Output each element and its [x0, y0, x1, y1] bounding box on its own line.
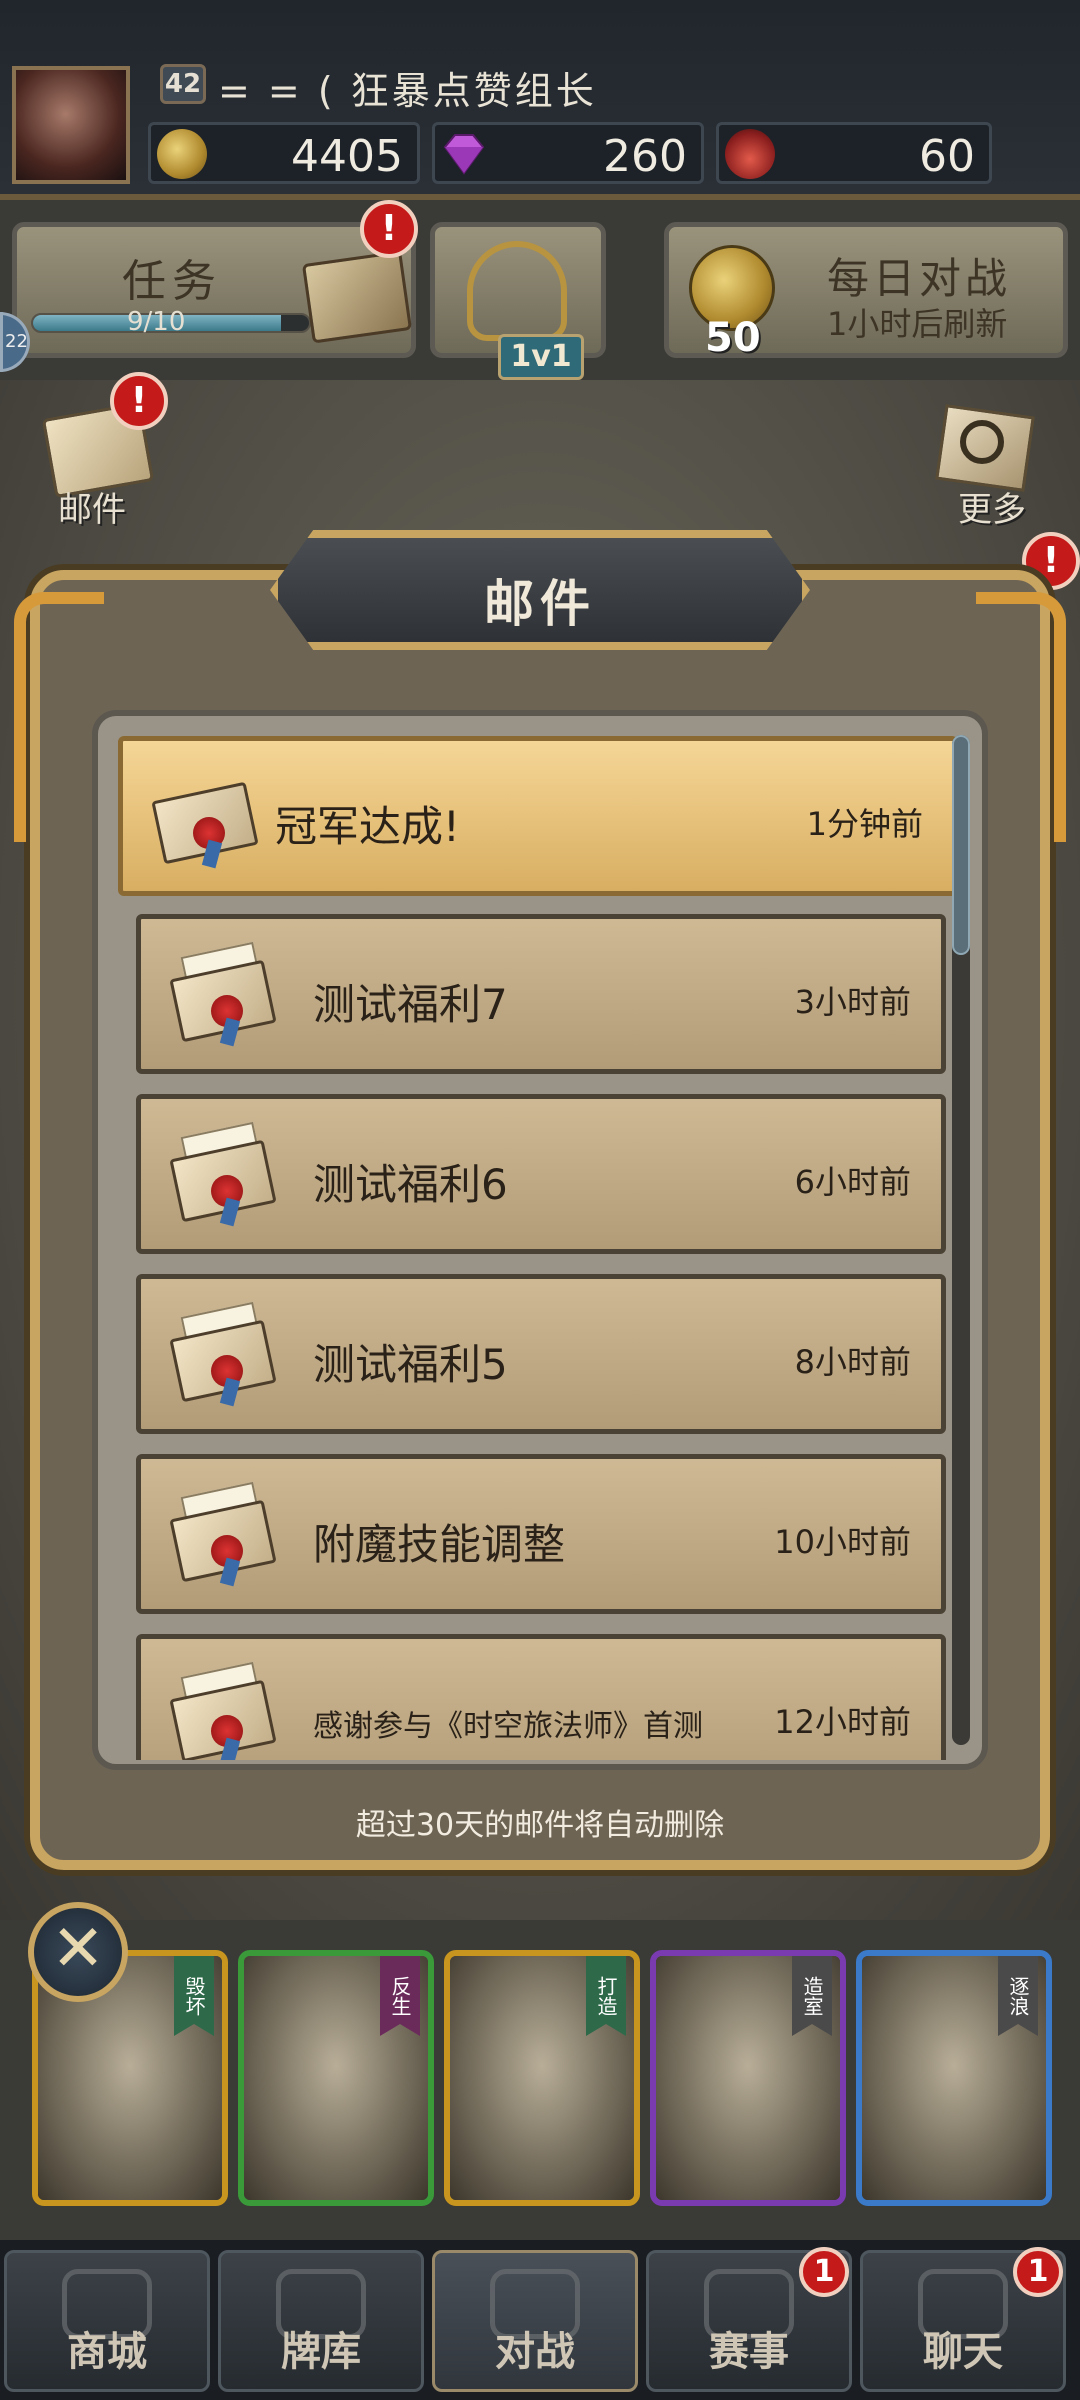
mail-item-title: 感谢参与《时空旅法师》首测: [313, 1709, 703, 1744]
card-tag: 反生: [380, 1956, 420, 2036]
frame-ornament-left: [14, 592, 104, 842]
mail-item[interactable]: 附魔技能调整 10小时前: [136, 1454, 946, 1614]
mail-item-selected[interactable]: 冠军达成! 1分钟前: [118, 736, 958, 896]
daily-reward-value: 50: [705, 315, 761, 361]
more-side-label[interactable]: 更多: [958, 482, 1026, 531]
mail-alert-badge: !: [110, 372, 168, 430]
sealed-envelope-icon: [169, 1661, 277, 1760]
mail-item[interactable]: 测试福利6 6小时前: [136, 1094, 946, 1254]
pvp-mode-label: 1v1: [498, 334, 584, 380]
mail-list-scrollbar[interactable]: [952, 735, 970, 1745]
tasks-button[interactable]: 任务 9/10: [12, 222, 416, 358]
daily-battle-subtitle: 1小时后刷新: [827, 305, 1008, 343]
card-tag: 造室: [792, 1956, 832, 2036]
crown-emblem-icon: [467, 241, 567, 341]
mail-list-scroll-thumb[interactable]: [952, 735, 970, 955]
tasks-progress-text: 9/10: [127, 307, 186, 337]
nav-tab[interactable]: 商城: [4, 2250, 210, 2392]
tasks-alert-badge: !: [360, 200, 418, 258]
gem-value: 260: [603, 131, 687, 182]
nav-tab-label: 赛事: [709, 2329, 789, 2375]
gem-icon: [443, 134, 485, 175]
sealed-envelope-icon: [151, 771, 259, 869]
nav-notification-badge: 1: [799, 2247, 849, 2297]
daily-battle-title: 每日对战: [827, 254, 1012, 303]
nav-tab-label: 聊天: [923, 2329, 1003, 2375]
book-icon: [301, 250, 413, 344]
mail-item-title: 冠军达成!: [275, 802, 460, 851]
close-x-icon[interactable]: ✕: [28, 1902, 128, 2002]
mail-item[interactable]: 感谢参与《时空旅法师》首测 12小时前: [136, 1634, 946, 1760]
mail-list-container: 冠军达成! 1分钟前测试福利7 3小时前测试福利6 6小时前测试福利5 8小时前附魔技能…: [92, 710, 988, 1770]
sealed-envelope-icon: [169, 941, 277, 1047]
mail-item[interactable]: 测试福利7 3小时前: [136, 914, 946, 1074]
player-name: = = ( 狂暴点赞组长: [218, 69, 597, 113]
player-level-badge: 42: [160, 64, 206, 104]
sealed-envelope-icon: [169, 1301, 277, 1407]
mail-item-time: 12小时前: [774, 1703, 911, 1741]
card-tag: 打造: [586, 1956, 626, 2036]
mail-item-title: 测试福利7: [313, 980, 508, 1029]
mail-item-time: 3小时前: [794, 983, 911, 1021]
tasks-label: 任务: [122, 256, 222, 307]
gem-resource[interactable]: 260: [432, 122, 704, 184]
mail-item-time: 10小时前: [774, 1523, 911, 1561]
hand-card[interactable]: 造室: [650, 1950, 846, 2206]
potion-icon: [725, 129, 775, 179]
nav-tab-label: 商城: [67, 2329, 147, 2375]
sealed-envelope-icon: [169, 1121, 277, 1227]
mail-list[interactable]: 冠军达成! 1分钟前测试福利7 3小时前测试福利6 6小时前测试福利5 8小时前附魔技能…: [118, 736, 964, 1760]
mail-auto-delete-note: 超过30天的邮件将自动删除: [355, 1808, 725, 1843]
frame-ornament-right: [976, 592, 1066, 842]
nav-tab[interactable]: 聊天 1: [860, 2247, 1066, 2392]
mail-item-title: 附魔技能调整: [313, 1520, 566, 1569]
player-avatar[interactable]: [12, 66, 130, 184]
nav-tab[interactable]: 牌库: [218, 2250, 424, 2392]
potion-value: 60: [919, 131, 975, 182]
hand-card[interactable]: 逐浪: [856, 1950, 1052, 2206]
mail-dialog-title: 邮件: [484, 575, 596, 633]
nav-tab[interactable]: 赛事 1: [646, 2247, 852, 2392]
gold-coin-icon: [157, 129, 207, 179]
mail-item-time: 6小时前: [794, 1163, 911, 1201]
mail-item-time: 1分钟前: [806, 805, 923, 843]
mail-item-time: 8小时前: [794, 1343, 911, 1381]
sealed-envelope-icon: [169, 1481, 277, 1587]
bottom-nav: 商城 牌库 对战 赛事 1 聊天 1: [0, 2240, 1080, 2400]
hand-card[interactable]: 打造: [444, 1950, 640, 2206]
mail-dialog-title-plate: 邮件: [270, 530, 810, 650]
card-tag: 毁坏: [174, 1956, 214, 2036]
gold-resource[interactable]: 4405: [148, 122, 420, 184]
mail-item[interactable]: 测试福利5 8小时前: [136, 1274, 946, 1434]
magnifier-scroll-icon[interactable]: [935, 404, 1040, 492]
top-header: 42 = = ( 狂暴点赞组长 4405 260 60: [0, 0, 1080, 200]
nav-tab-label: 牌库: [281, 2329, 361, 2375]
card-tag: 逐浪: [998, 1956, 1038, 2036]
gold-value: 4405: [291, 131, 403, 182]
mail-side-label[interactable]: 邮件: [58, 482, 126, 531]
hand-card[interactable]: 反生: [238, 1950, 434, 2206]
mail-item-title: 测试福利6: [313, 1160, 508, 1209]
nav-tab-label: 对战: [495, 2329, 575, 2375]
potion-resource[interactable]: 60: [716, 122, 992, 184]
mail-item-title: 测试福利5: [313, 1340, 508, 1389]
daily-battle-button[interactable]: 50 每日对战 1小时后刷新: [664, 222, 1068, 361]
nav-notification-badge: 1: [1013, 2247, 1063, 2297]
nav-tab[interactable]: 对战: [432, 2250, 638, 2392]
